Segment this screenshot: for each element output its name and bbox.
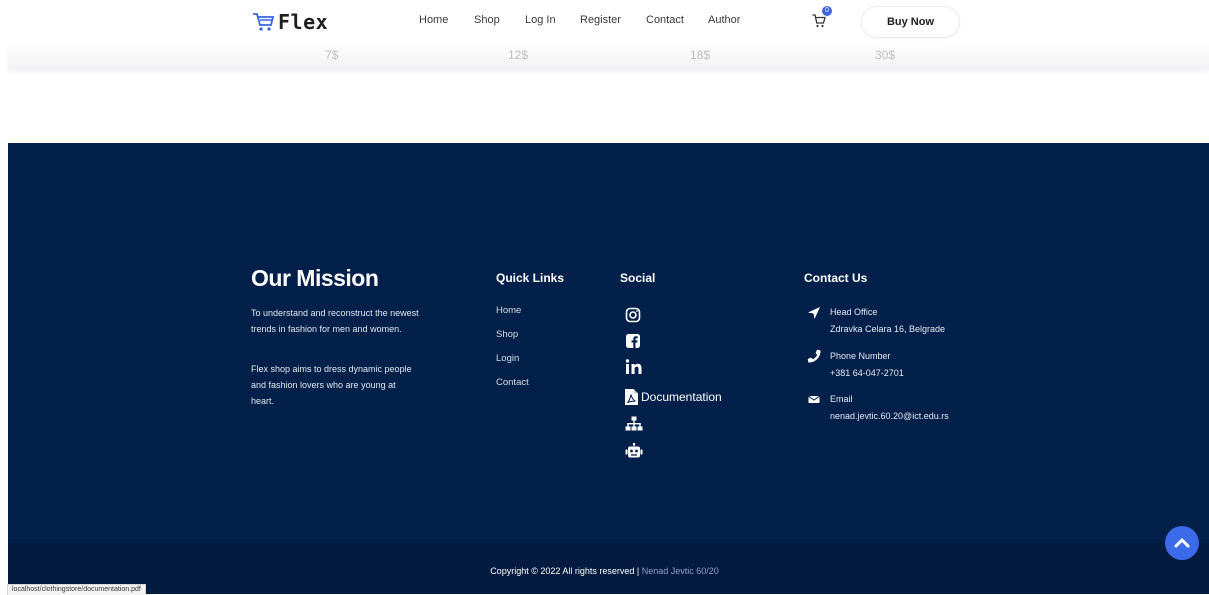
linkedin-link[interactable] <box>625 359 643 375</box>
phone-number: +381 64-047-2701 <box>830 368 904 378</box>
price-item: 30$ <box>875 48 896 62</box>
head-office-address: Zdravka Celara 16, Belgrade <box>830 324 946 334</box>
robot-link[interactable] <box>625 443 643 459</box>
email-address[interactable]: nenad.jevtic.60.20@ict.edu.rs <box>830 411 949 421</box>
nav-link-contact[interactable]: Contact <box>646 14 684 26</box>
mission-text-1: To understand and reconstruct the newest… <box>251 308 419 334</box>
facebook-icon <box>626 334 640 348</box>
contact-title: Contact Us <box>804 271 868 285</box>
social-title: Social <box>620 271 656 285</box>
logo-text: Flex <box>278 10 329 34</box>
price-item: 18$ <box>690 48 711 62</box>
copyright-author-link[interactable]: Nenad Jevtic 60/20 <box>642 566 719 576</box>
mission-text-2: Flex shop aims to dress dynamic people a… <box>251 364 412 406</box>
documentation-label: Documentation <box>641 390 722 404</box>
logo[interactable]: Flex <box>252 8 328 36</box>
phone-icon <box>807 349 821 363</box>
chevron-up-icon <box>1174 538 1190 548</box>
sitemap-icon <box>625 416 643 431</box>
quick-link-contact[interactable]: Contact <box>496 377 529 388</box>
nav-link-login[interactable]: Log In <box>525 14 556 26</box>
instagram-icon <box>625 307 641 323</box>
linkedin-icon <box>625 359 642 374</box>
nav-link-register[interactable]: Register <box>580 14 621 26</box>
phone-label: Phone Number <box>830 351 891 361</box>
nav-link-home[interactable]: Home <box>419 14 448 26</box>
footer <box>8 143 1209 543</box>
location-arrow-icon <box>808 307 820 319</box>
cart-icon <box>812 14 826 28</box>
price-item: 7$ <box>325 48 339 62</box>
cart-count-badge: 0 <box>822 6 832 16</box>
robot-icon <box>625 443 643 458</box>
cart-logo-icon <box>253 13 274 31</box>
cart-button[interactable]: 0 <box>812 6 832 29</box>
top-navbar: Flex Home Shop Log In Register Contact A… <box>0 0 1209 44</box>
back-to-top-button[interactable] <box>1165 526 1199 560</box>
quick-link-shop[interactable]: Shop <box>496 329 518 340</box>
copyright: Copyright © 2022 All rights reserved | N… <box>0 566 1209 576</box>
facebook-link[interactable] <box>625 333 641 349</box>
documentation-link[interactable]: Documentation <box>625 389 722 405</box>
buy-now-button[interactable]: Buy Now <box>861 6 960 38</box>
mission-title: Our Mission <box>251 265 379 291</box>
browser-status-url: localhost/clothingstore/documentation.pd… <box>7 584 146 595</box>
price-item: 12$ <box>508 48 529 62</box>
quick-link-home[interactable]: Home <box>496 305 521 316</box>
email-icon <box>808 395 820 403</box>
head-office-label: Head Office <box>830 307 878 317</box>
instagram-link[interactable] <box>625 307 641 323</box>
email-label: Email <box>830 394 853 404</box>
pdf-icon <box>625 389 638 405</box>
sitemap-link[interactable] <box>625 416 643 432</box>
nav-link-shop[interactable]: Shop <box>474 14 500 26</box>
nav-link-author[interactable]: Author <box>708 14 740 26</box>
quick-link-login[interactable]: Login <box>496 353 519 364</box>
copyright-text: Copyright © 2022 All rights reserved | <box>490 566 642 576</box>
quick-links-title: Quick Links <box>496 271 565 285</box>
pricing-strip <box>8 44 1209 70</box>
